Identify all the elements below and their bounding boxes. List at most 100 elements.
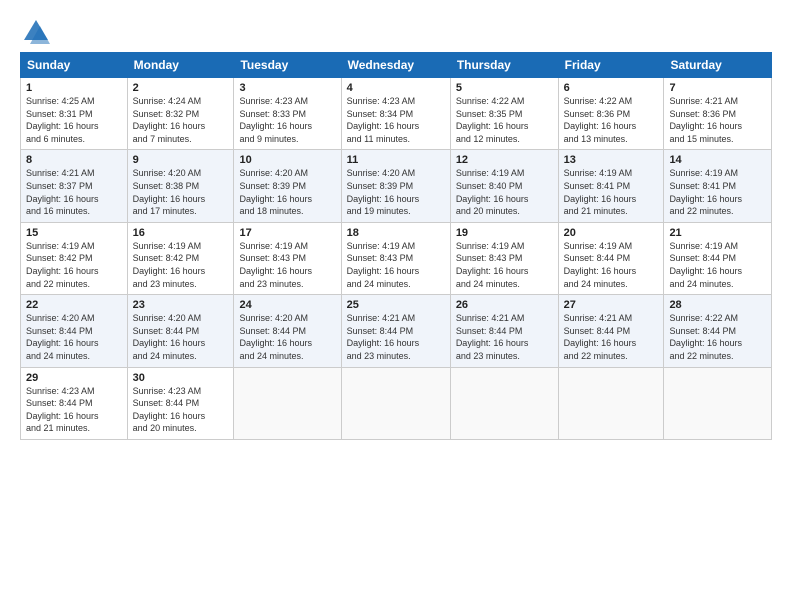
day-info: Sunrise: 4:19 AMSunset: 8:42 PMDaylight:… — [26, 240, 122, 290]
day-info: Sunrise: 4:21 AMSunset: 8:36 PMDaylight:… — [669, 95, 766, 145]
calendar-cell: 29Sunrise: 4:23 AMSunset: 8:44 PMDayligh… — [21, 367, 128, 439]
day-info: Sunrise: 4:21 AMSunset: 8:44 PMDaylight:… — [456, 312, 553, 362]
day-info: Sunrise: 4:23 AMSunset: 8:44 PMDaylight:… — [133, 385, 229, 435]
day-info: Sunrise: 4:25 AMSunset: 8:31 PMDaylight:… — [26, 95, 122, 145]
header — [20, 18, 772, 46]
calendar-week-row: 15Sunrise: 4:19 AMSunset: 8:42 PMDayligh… — [21, 222, 772, 294]
day-number: 30 — [133, 372, 229, 384]
calendar-cell: 27Sunrise: 4:21 AMSunset: 8:44 PMDayligh… — [558, 295, 664, 367]
calendar-cell: 30Sunrise: 4:23 AMSunset: 8:44 PMDayligh… — [127, 367, 234, 439]
calendar-cell: 7Sunrise: 4:21 AMSunset: 8:36 PMDaylight… — [664, 78, 772, 150]
calendar-cell: 20Sunrise: 4:19 AMSunset: 8:44 PMDayligh… — [558, 222, 664, 294]
day-number: 23 — [133, 299, 229, 311]
day-of-week-header: Saturday — [664, 53, 772, 78]
calendar-cell: 8Sunrise: 4:21 AMSunset: 8:37 PMDaylight… — [21, 150, 128, 222]
calendar-cell: 24Sunrise: 4:20 AMSunset: 8:44 PMDayligh… — [234, 295, 341, 367]
calendar-cell: 2Sunrise: 4:24 AMSunset: 8:32 PMDaylight… — [127, 78, 234, 150]
calendar-cell: 5Sunrise: 4:22 AMSunset: 8:35 PMDaylight… — [450, 78, 558, 150]
day-of-week-header: Wednesday — [341, 53, 450, 78]
day-info: Sunrise: 4:19 AMSunset: 8:40 PMDaylight:… — [456, 167, 553, 217]
calendar-cell: 17Sunrise: 4:19 AMSunset: 8:43 PMDayligh… — [234, 222, 341, 294]
calendar-week-row: 1Sunrise: 4:25 AMSunset: 8:31 PMDaylight… — [21, 78, 772, 150]
day-number: 7 — [669, 82, 766, 94]
calendar-week-row: 22Sunrise: 4:20 AMSunset: 8:44 PMDayligh… — [21, 295, 772, 367]
calendar-week-row: 8Sunrise: 4:21 AMSunset: 8:37 PMDaylight… — [21, 150, 772, 222]
calendar-cell: 4Sunrise: 4:23 AMSunset: 8:34 PMDaylight… — [341, 78, 450, 150]
page: SundayMondayTuesdayWednesdayThursdayFrid… — [0, 0, 792, 612]
day-number: 8 — [26, 154, 122, 166]
day-number: 13 — [564, 154, 659, 166]
calendar-header-row: SundayMondayTuesdayWednesdayThursdayFrid… — [21, 53, 772, 78]
day-number: 5 — [456, 82, 553, 94]
day-number: 16 — [133, 227, 229, 239]
calendar-cell — [664, 367, 772, 439]
day-number: 27 — [564, 299, 659, 311]
day-info: Sunrise: 4:20 AMSunset: 8:39 PMDaylight:… — [347, 167, 445, 217]
calendar-cell: 21Sunrise: 4:19 AMSunset: 8:44 PMDayligh… — [664, 222, 772, 294]
day-number: 10 — [239, 154, 335, 166]
day-number: 6 — [564, 82, 659, 94]
day-info: Sunrise: 4:24 AMSunset: 8:32 PMDaylight:… — [133, 95, 229, 145]
day-info: Sunrise: 4:20 AMSunset: 8:44 PMDaylight:… — [26, 312, 122, 362]
calendar-cell: 9Sunrise: 4:20 AMSunset: 8:38 PMDaylight… — [127, 150, 234, 222]
day-number: 29 — [26, 372, 122, 384]
day-of-week-header: Thursday — [450, 53, 558, 78]
day-of-week-header: Friday — [558, 53, 664, 78]
day-number: 19 — [456, 227, 553, 239]
day-info: Sunrise: 4:22 AMSunset: 8:36 PMDaylight:… — [564, 95, 659, 145]
calendar-cell — [341, 367, 450, 439]
day-number: 21 — [669, 227, 766, 239]
day-number: 9 — [133, 154, 229, 166]
calendar-cell: 16Sunrise: 4:19 AMSunset: 8:42 PMDayligh… — [127, 222, 234, 294]
day-number: 11 — [347, 154, 445, 166]
day-info: Sunrise: 4:19 AMSunset: 8:42 PMDaylight:… — [133, 240, 229, 290]
calendar-cell: 1Sunrise: 4:25 AMSunset: 8:31 PMDaylight… — [21, 78, 128, 150]
day-number: 22 — [26, 299, 122, 311]
calendar-cell: 26Sunrise: 4:21 AMSunset: 8:44 PMDayligh… — [450, 295, 558, 367]
day-info: Sunrise: 4:23 AMSunset: 8:33 PMDaylight:… — [239, 95, 335, 145]
calendar-table: SundayMondayTuesdayWednesdayThursdayFrid… — [20, 52, 772, 440]
calendar-cell: 15Sunrise: 4:19 AMSunset: 8:42 PMDayligh… — [21, 222, 128, 294]
day-info: Sunrise: 4:21 AMSunset: 8:44 PMDaylight:… — [347, 312, 445, 362]
day-of-week-header: Tuesday — [234, 53, 341, 78]
calendar-cell: 3Sunrise: 4:23 AMSunset: 8:33 PMDaylight… — [234, 78, 341, 150]
day-info: Sunrise: 4:22 AMSunset: 8:35 PMDaylight:… — [456, 95, 553, 145]
calendar-week-row: 29Sunrise: 4:23 AMSunset: 8:44 PMDayligh… — [21, 367, 772, 439]
calendar-cell: 14Sunrise: 4:19 AMSunset: 8:41 PMDayligh… — [664, 150, 772, 222]
calendar-cell: 6Sunrise: 4:22 AMSunset: 8:36 PMDaylight… — [558, 78, 664, 150]
logo — [20, 18, 50, 46]
day-number: 14 — [669, 154, 766, 166]
day-number: 28 — [669, 299, 766, 311]
calendar-cell — [450, 367, 558, 439]
day-info: Sunrise: 4:19 AMSunset: 8:43 PMDaylight:… — [456, 240, 553, 290]
day-number: 26 — [456, 299, 553, 311]
day-number: 1 — [26, 82, 122, 94]
day-info: Sunrise: 4:19 AMSunset: 8:44 PMDaylight:… — [564, 240, 659, 290]
day-info: Sunrise: 4:21 AMSunset: 8:44 PMDaylight:… — [564, 312, 659, 362]
day-info: Sunrise: 4:19 AMSunset: 8:43 PMDaylight:… — [239, 240, 335, 290]
calendar-cell: 18Sunrise: 4:19 AMSunset: 8:43 PMDayligh… — [341, 222, 450, 294]
day-info: Sunrise: 4:23 AMSunset: 8:44 PMDaylight:… — [26, 385, 122, 435]
calendar-cell: 25Sunrise: 4:21 AMSunset: 8:44 PMDayligh… — [341, 295, 450, 367]
day-info: Sunrise: 4:20 AMSunset: 8:44 PMDaylight:… — [239, 312, 335, 362]
day-info: Sunrise: 4:19 AMSunset: 8:41 PMDaylight:… — [564, 167, 659, 217]
day-info: Sunrise: 4:23 AMSunset: 8:34 PMDaylight:… — [347, 95, 445, 145]
day-number: 3 — [239, 82, 335, 94]
calendar-cell: 12Sunrise: 4:19 AMSunset: 8:40 PMDayligh… — [450, 150, 558, 222]
day-number: 20 — [564, 227, 659, 239]
day-number: 4 — [347, 82, 445, 94]
calendar-cell: 23Sunrise: 4:20 AMSunset: 8:44 PMDayligh… — [127, 295, 234, 367]
day-number: 2 — [133, 82, 229, 94]
calendar-cell: 10Sunrise: 4:20 AMSunset: 8:39 PMDayligh… — [234, 150, 341, 222]
day-info: Sunrise: 4:19 AMSunset: 8:44 PMDaylight:… — [669, 240, 766, 290]
calendar-cell: 22Sunrise: 4:20 AMSunset: 8:44 PMDayligh… — [21, 295, 128, 367]
logo-icon — [22, 18, 50, 46]
day-number: 24 — [239, 299, 335, 311]
day-number: 15 — [26, 227, 122, 239]
day-info: Sunrise: 4:19 AMSunset: 8:43 PMDaylight:… — [347, 240, 445, 290]
day-number: 25 — [347, 299, 445, 311]
calendar-cell: 19Sunrise: 4:19 AMSunset: 8:43 PMDayligh… — [450, 222, 558, 294]
day-number: 17 — [239, 227, 335, 239]
day-info: Sunrise: 4:21 AMSunset: 8:37 PMDaylight:… — [26, 167, 122, 217]
calendar-cell — [234, 367, 341, 439]
